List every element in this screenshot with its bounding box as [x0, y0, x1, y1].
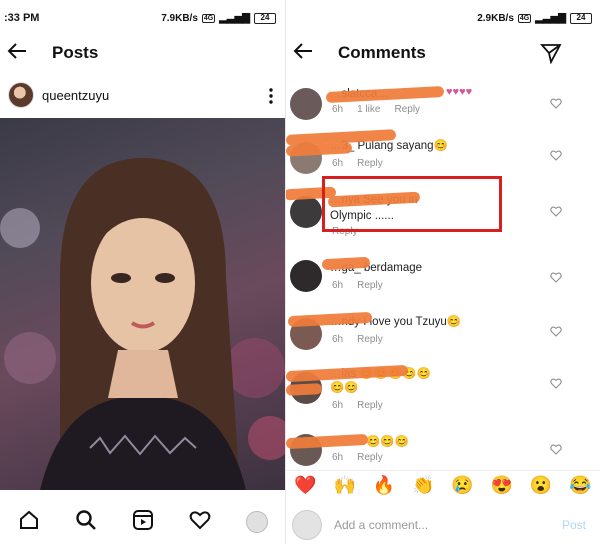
posts-screen: :33 PM 7.9KB/s 4G ▂▃▅▇ 24 Posts queentzu…	[0, 0, 286, 544]
status-icons: 7.9KB/s 4G ▂▃▅▇ 24	[161, 0, 276, 36]
posts-header: Posts	[6, 36, 286, 70]
page-title: Comments	[338, 43, 426, 62]
post-photo[interactable]	[0, 118, 286, 490]
comment-meta: 6h 1 like Reply	[332, 104, 420, 115]
comment-time: 6h	[332, 400, 344, 411]
comment-time: 6h	[332, 452, 344, 463]
comments-header: Comments	[292, 36, 600, 70]
battery-icon: 24	[570, 12, 592, 24]
comment-item: …3_ Pulang sayang😊 6h Reply	[286, 129, 600, 176]
like-heart-icon[interactable]	[550, 442, 562, 455]
reply-button[interactable]: Reply	[357, 280, 383, 291]
status-time: :33 PM	[4, 12, 40, 24]
search-icon[interactable]	[75, 509, 97, 536]
reply-button[interactable]: Reply	[394, 104, 420, 115]
emoji-heart-eyes[interactable]: 😍	[491, 475, 513, 496]
reply-button[interactable]: Reply	[357, 334, 383, 345]
net-speed: 7.9KB/s	[161, 12, 198, 24]
comment-text-line2: 😊😊	[330, 382, 359, 394]
heart-icon[interactable]	[189, 509, 211, 536]
hearts-emoji: ♥♥♥♥	[446, 86, 473, 98]
comment-item: …ias 😊😊😊😊😊 😊😊 6h Reply	[286, 364, 600, 416]
emoji-sad[interactable]: 😢	[451, 475, 473, 496]
like-heart-icon[interactable]	[550, 204, 562, 217]
redaction-scribble	[286, 142, 353, 157]
emoji-clap[interactable]: 👏	[412, 475, 434, 496]
post-author[interactable]: queentzuyu	[8, 82, 109, 108]
reels-icon[interactable]	[132, 509, 154, 536]
comment-text: 😊😊😊	[366, 436, 409, 448]
emoji-laugh[interactable]: 😂	[569, 475, 591, 496]
comment-meta: 6h Reply	[332, 280, 383, 291]
back-arrow-icon[interactable]	[6, 40, 38, 67]
my-avatar	[292, 510, 322, 540]
status-icons: 2.9KB/s 4G ▂▃▅▇ 24	[477, 0, 592, 36]
comments-screen: 2.9KB/s 4G ▂▃▅▇ 24 Comments …slatcca… ♥♥…	[286, 0, 600, 544]
comment-item: …slatcca… ♥♥♥♥ 6h 1 like Reply	[286, 85, 600, 126]
signal-icon: ▂▃▅▇	[535, 12, 566, 24]
signal-icon: ▂▃▅▇	[219, 12, 250, 24]
comment-meta: 6h Reply	[332, 158, 383, 169]
emoji-surprised[interactable]: 😮	[530, 475, 552, 496]
page-title: Posts	[52, 43, 99, 62]
comment-item: …ndy I love you Tzuyu😊 6h Reply	[286, 311, 600, 352]
status-bar: :33 PM 7.9KB/s 4G ▂▃▅▇ 24	[4, 0, 284, 36]
home-icon[interactable]	[18, 509, 40, 536]
reply-button[interactable]: Reply	[357, 400, 383, 411]
emoji-heart[interactable]: ❤️	[294, 475, 316, 496]
username[interactable]: queentzuyu	[42, 88, 109, 103]
commenter-avatar[interactable]	[290, 88, 322, 120]
avatar[interactable]	[8, 82, 34, 108]
emoji-fire[interactable]: 🔥	[373, 475, 395, 496]
comment-item: …ga_ berdamage 6h Reply	[286, 256, 600, 298]
comment-time: 6h	[332, 334, 344, 345]
comment-likes[interactable]: 1 like	[357, 104, 380, 115]
post-button[interactable]: Post	[562, 518, 586, 532]
send-icon[interactable]	[540, 42, 562, 69]
comment-time: 6h	[332, 104, 344, 115]
back-arrow-icon[interactable]	[292, 40, 324, 67]
like-heart-icon[interactable]	[550, 324, 562, 337]
comment-time: 6h	[332, 158, 344, 169]
comment-meta: 6h Reply	[332, 400, 383, 411]
like-heart-icon[interactable]	[550, 148, 562, 161]
comment-input[interactable]: Add a comment...	[334, 518, 562, 532]
like-heart-icon[interactable]	[550, 376, 562, 389]
comment-meta: 6h Reply	[332, 334, 383, 345]
net-speed: 2.9KB/s	[477, 12, 514, 24]
network-type: 4G	[201, 13, 216, 23]
commenter-avatar[interactable]	[290, 196, 322, 228]
bottom-nav	[0, 500, 286, 544]
highlight-box	[322, 176, 502, 232]
comment-time: 6h	[332, 280, 344, 291]
redaction-scribble	[286, 383, 323, 396]
comment-input-bar: Add a comment... Post	[286, 506, 600, 544]
reply-button[interactable]: Reply	[357, 158, 383, 169]
emoji-raised-hands[interactable]: 🙌	[334, 475, 356, 496]
like-heart-icon[interactable]	[550, 96, 562, 109]
network-type: 4G	[517, 13, 532, 23]
comment-item: 😊😊😊 6h Reply	[286, 432, 600, 468]
like-heart-icon[interactable]	[550, 270, 562, 283]
comment-meta: 6h Reply	[332, 452, 383, 463]
reply-button[interactable]: Reply	[357, 452, 383, 463]
commenter-avatar[interactable]	[290, 260, 322, 292]
more-options-icon[interactable]	[268, 88, 274, 109]
status-bar: 2.9KB/s 4G ▂▃▅▇ 24	[286, 0, 600, 36]
battery-icon: 24	[254, 12, 276, 24]
emoji-quick-bar: ❤️ 🙌 🔥 👏 😢 😍 😮 😂	[286, 470, 600, 500]
profile-avatar[interactable]	[246, 511, 269, 533]
